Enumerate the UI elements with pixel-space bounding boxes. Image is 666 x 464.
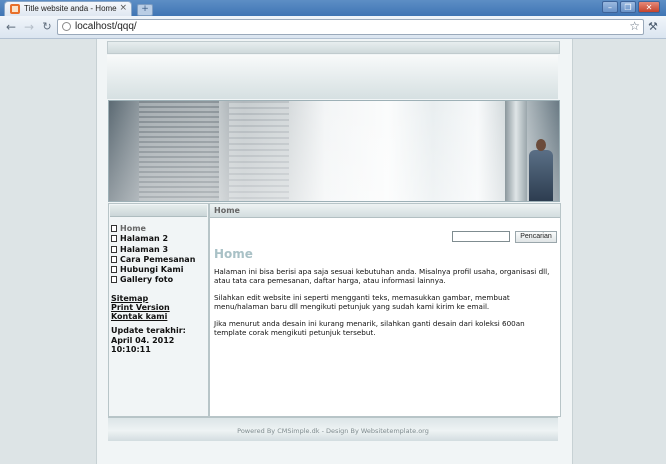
utility-links: Sitemap Print Version Kontak kami — [111, 294, 170, 321]
bookmark-star-icon[interactable]: ☆ — [629, 19, 640, 33]
forward-button[interactable]: → — [22, 20, 36, 34]
sitemap-link[interactable]: Sitemap — [111, 294, 170, 303]
search-input[interactable] — [452, 231, 510, 242]
last-updated-time: 10:10:11 — [111, 345, 151, 354]
breadcrumb: Home — [214, 206, 240, 215]
window-titlebar: Title website anda - Home × + – ❐ ✕ — [0, 0, 666, 16]
url-text[interactable]: localhost/qqq/ — [75, 21, 137, 32]
page-icon — [62, 22, 71, 31]
page-icon — [111, 245, 117, 253]
page-icon — [111, 276, 117, 284]
address-bar[interactable]: localhost/qqq/ ☆ — [57, 19, 644, 35]
content-paragraph: Jika menurut anda desain ini kurang mena… — [214, 319, 525, 337]
breadcrumb-bar: Home — [210, 204, 560, 218]
sidebar-item-label: Halaman 3 — [120, 244, 169, 254]
sidebar: Home Halaman 2 Halaman 3 Cara Pemesanan … — [108, 203, 209, 417]
footer: Powered By CMSimple.dk - Design By Websi… — [108, 417, 558, 441]
minimize-button[interactable]: – — [602, 1, 618, 13]
sidebar-item-label: Home — [120, 224, 146, 233]
sidebar-header — [110, 205, 207, 217]
pillar-graphic — [505, 101, 527, 201]
main-content: Home Pencarian Home Halaman ini bisa ber… — [209, 203, 561, 417]
sidebar-item-hubungi-kami[interactable]: Hubungi Kami — [111, 265, 195, 275]
reload-icon[interactable]: ↻ — [40, 20, 54, 34]
maximize-button[interactable]: ❐ — [620, 1, 636, 13]
close-window-button[interactable]: ✕ — [638, 1, 660, 13]
page-title: Home — [214, 247, 253, 261]
print-version-link[interactable]: Print Version — [111, 303, 170, 312]
sidebar-item-halaman-3[interactable]: Halaman 3 — [111, 245, 195, 255]
footer-credits: Powered By CMSimple.dk - Design By Websi… — [237, 427, 429, 435]
sidebar-item-label: Hubungi Kami — [120, 265, 184, 275]
sky-overlay — [109, 101, 559, 201]
sidebar-item-label: Halaman 2 — [120, 234, 169, 244]
contact-link[interactable]: Kontak kami — [111, 312, 170, 321]
page-icon — [111, 266, 117, 274]
tab-title: Title website anda - Home — [24, 4, 117, 13]
wrench-icon[interactable]: ⚒ — [648, 20, 658, 33]
header-band — [107, 55, 558, 99]
header-banner-image — [108, 100, 560, 202]
page-icon — [111, 225, 117, 232]
browser-toolbar: ← → ↻ localhost/qqq/ ☆ ⚒ — [0, 16, 666, 39]
page-icon — [111, 255, 117, 263]
back-button[interactable]: ← — [4, 20, 18, 34]
site-favicon-icon — [10, 4, 20, 14]
new-tab-button[interactable]: + — [137, 4, 153, 16]
sidebar-item-home[interactable]: Home — [111, 224, 195, 234]
sidebar-menu: Home Halaman 2 Halaman 3 Cara Pemesanan … — [111, 224, 195, 286]
last-updated-date: April 04. 2012 — [111, 335, 175, 345]
top-strip — [107, 41, 560, 54]
sidebar-item-gallery-foto[interactable]: Gallery foto — [111, 275, 195, 285]
tab-close-icon[interactable]: × — [119, 3, 127, 13]
sidebar-item-label: Cara Pemesanan — [120, 254, 196, 264]
businessman-figure — [527, 139, 555, 201]
page-icon — [111, 235, 117, 243]
sidebar-item-halaman-2[interactable]: Halaman 2 — [111, 234, 195, 244]
content-paragraph: Silahkan edit website ini seperti mengga… — [214, 293, 510, 311]
sidebar-item-cara-pemesanan[interactable]: Cara Pemesanan — [111, 255, 195, 265]
sidebar-item-label: Gallery foto — [120, 275, 174, 285]
page-container: Home Halaman 2 Halaman 3 Cara Pemesanan … — [96, 39, 573, 464]
browser-tab[interactable]: Title website anda - Home × — [4, 1, 132, 16]
content-paragraph: Halaman ini bisa berisi apa saja sesuai … — [214, 267, 550, 285]
last-updated: Update terakhir: April 04. 2012 10:10:11 — [111, 326, 186, 355]
last-updated-label: Update terakhir: — [111, 326, 186, 335]
search-button[interactable]: Pencarian — [515, 231, 557, 243]
